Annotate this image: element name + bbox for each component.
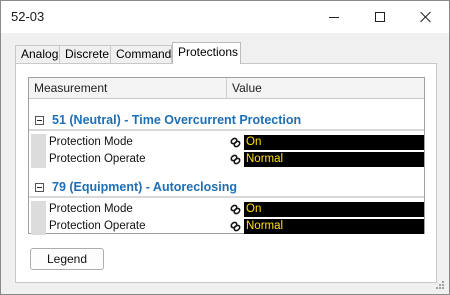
maximize-icon [375,12,385,22]
tab-discrete[interactable]: Discrete [59,45,111,64]
table-row[interactable]: Protection Operate Normal [29,218,424,235]
section-header: 51 (Neutral) - Time Overcurrent Protecti… [29,110,424,131]
tab-protections[interactable]: Protections [172,42,241,64]
close-icon [420,11,432,23]
table-row[interactable]: Protection Operate Normal [29,151,424,168]
section-header: 79 (Equipment) - Autoreclosing [29,177,424,198]
value-field: On [244,135,424,150]
collapse-icon[interactable] [35,183,44,192]
window-title: 52-03 [11,9,45,24]
close-button[interactable] [403,1,449,33]
collapse-icon[interactable] [35,116,44,125]
link-icon [230,137,241,148]
measurement-label: Protection Operate [49,153,146,165]
link-icon [230,204,241,215]
measurement-label: Protection Mode [49,203,133,215]
resize-grip-icon[interactable] [435,280,445,290]
row-selector[interactable] [31,201,46,218]
value-field: Normal [244,152,424,167]
minimize-icon [329,16,339,18]
tab-analog[interactable]: Analog [15,45,60,64]
link-icon [230,221,241,232]
maximize-button[interactable] [357,1,403,33]
value-field: On [244,202,424,217]
dialog-window: 52-03 Analog Discrete Commands Protectio… [0,0,450,295]
row-selector[interactable] [31,134,46,151]
measurement-label: Protection Operate [49,220,146,232]
section-title: 51 (Neutral) - Time Overcurrent Protecti… [52,113,302,127]
value-field: Normal [244,219,424,234]
row-selector[interactable] [31,218,46,235]
legend-button[interactable]: Legend [30,248,104,270]
table-row[interactable]: Protection Mode On [29,201,424,218]
section-title: 79 (Equipment) - Autoreclosing [52,180,237,194]
tab-commands[interactable]: Commands [110,45,177,64]
measurement-label: Protection Mode [49,136,133,148]
row-selector[interactable] [31,151,46,168]
column-header-measurement[interactable]: Measurement [29,78,227,99]
title-bar[interactable]: 52-03 [1,1,449,33]
grid-header: Measurement Value [29,78,424,99]
column-header-value[interactable]: Value [227,78,424,99]
protections-tab-page: Measurement Value 51 (Neutral) - Time Ov… [15,63,437,283]
link-icon [230,154,241,165]
minimize-button[interactable] [311,1,357,33]
table-row[interactable]: Protection Mode On [29,134,424,151]
measurement-grid: Measurement Value 51 (Neutral) - Time Ov… [28,77,425,235]
